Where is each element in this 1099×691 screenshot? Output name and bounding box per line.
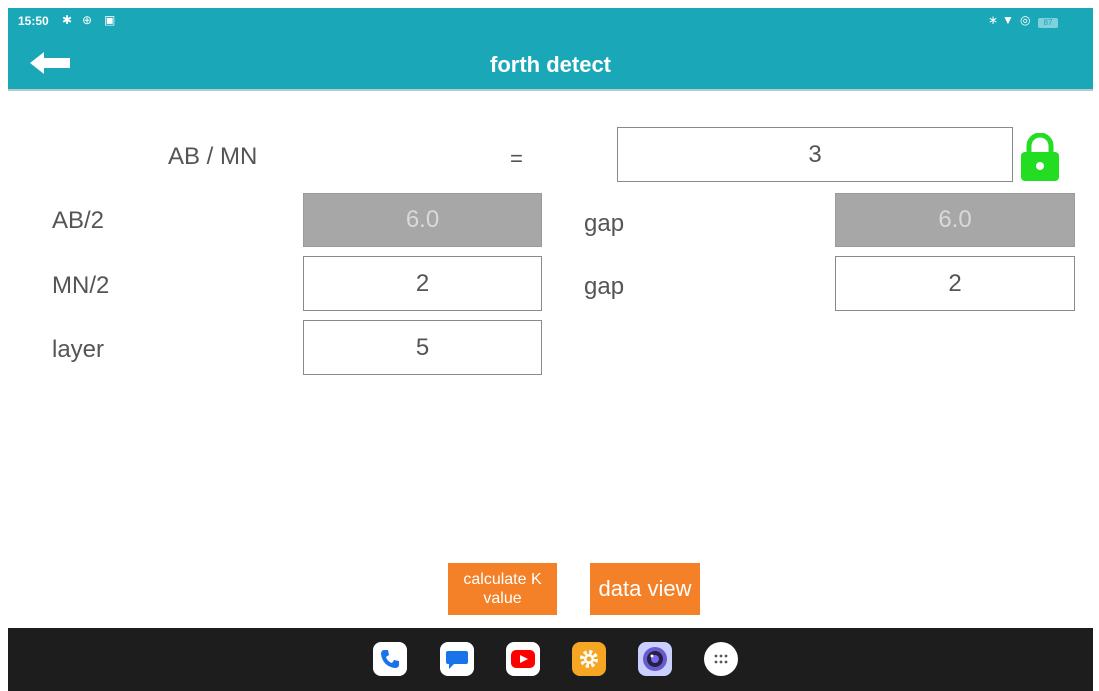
calculate-k-label-line2: value [483,590,522,607]
ratio-input[interactable]: 3 [617,127,1013,182]
app-window: 15:50 ✱ ⊕ ▣ ∗ ▼ ◎ 87 forth detect AB / M… [0,0,1099,691]
ab-half-field: 6.0 [303,193,542,247]
bluetooth-icon: ∗ [988,13,999,27]
app-bar: 15:50 ✱ ⊕ ▣ ∗ ▼ ◎ 87 forth detect [8,8,1093,90]
messages-icon[interactable] [440,642,474,676]
layer-label: layer [52,336,105,363]
battery-level: 87 [1038,18,1058,28]
phone-icon[interactable] [373,642,407,676]
ab-gap-label: gap [584,210,625,237]
camera-icon[interactable] [638,642,672,676]
page-title: forth detect [490,52,611,77]
settings-icon: ⊕ [82,13,93,27]
mn-half-label: MN/2 [52,272,110,299]
battery-icon: 87 [1038,14,1058,28]
calculate-k-button[interactable]: calculate K value [448,563,557,615]
navigation-bar [8,628,1093,691]
app-drawer-icon[interactable] [704,642,738,676]
ab-gap-field: 6.0 [835,193,1075,247]
settings-app-icon[interactable] [572,642,606,676]
mn-gap-input[interactable]: 2 [835,256,1075,311]
data-view-button[interactable]: data view [590,563,700,615]
calculate-k-label-line1: calculate K [463,571,542,588]
lock-icon[interactable] [1019,133,1061,181]
sim-icon: ▣ [104,13,116,27]
youtube-icon[interactable] [506,642,540,676]
divider [8,89,1093,91]
ratio-label: AB / MN [168,143,258,170]
status-time: 15:50 [18,14,49,28]
mn-gap-label: gap [584,273,625,300]
gear-icon: ✱ [62,13,73,27]
ab-half-label: AB/2 [52,207,105,234]
hotspot-icon: ◎ [1020,13,1031,27]
mn-half-input[interactable]: 2 [303,256,542,311]
layer-input[interactable]: 5 [303,320,542,375]
wifi-icon: ▼ [1002,13,1014,27]
equals-sign: = [510,146,523,171]
